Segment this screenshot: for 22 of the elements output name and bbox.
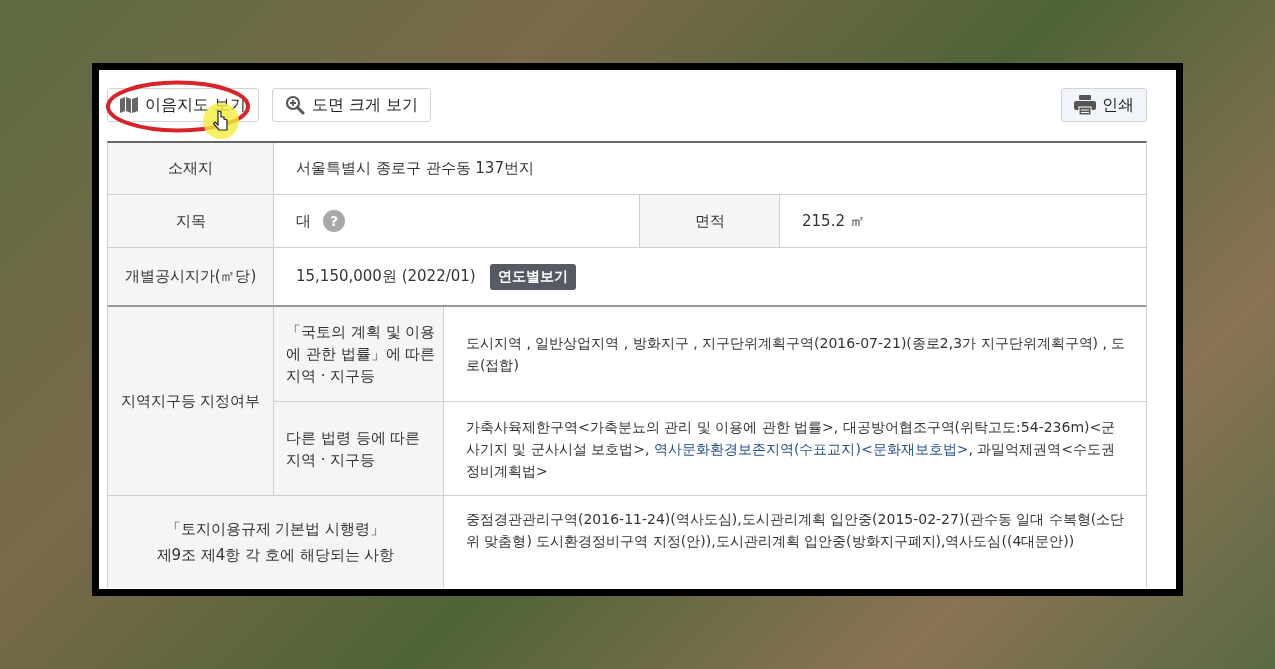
header-cell: 개별공시지가(㎡당) (108, 248, 274, 305)
header-cell-text: 「토지이용규제 기본법 시행령」 제9조 제4항 각 호에 해당되는 사항 (156, 519, 395, 566)
law-link[interactable]: 역사문화환경보존지역(수표교지)<문화재보호법> (654, 440, 969, 457)
header-cell: 소재지 (108, 143, 274, 194)
header-cell: 면적 (640, 195, 780, 247)
print-button[interactable]: 인쇄 (1061, 88, 1147, 122)
map-icon (120, 97, 138, 113)
yearly-view-button[interactable]: 연도별보기 (489, 263, 576, 290)
header-cell-text: 다른 법령 등에 따른 지역 · 지구등 (286, 427, 421, 471)
table-cell-text: 서울특별시 종로구 관수동 137번지 (295, 158, 535, 180)
header-cell: 지목 (108, 195, 274, 247)
table-cell-text: 도시지역 , 일반상업지역 , 방화지구 , 지구단위계획구역(2016-07-21)(종로2,3가 지구단위계획구역) , 도로(접합) (466, 334, 1126, 375)
printer-icon (1074, 95, 1096, 115)
table-cell-text: 215.2 ㎡ (801, 210, 866, 232)
header-cell-text: 「국토의 계획 및 이용 에 관한 법률」에 따른 지역 · 지구등 (286, 322, 436, 387)
table-cell-text: 가축사육제한구역<가축분뇨의 관리 및 이용에 관한 법률>, 대공방어협조구역(위탁고도:54-236m)<군사기지 및 군사시설 보호법>, 역사문화환경보존지역(수표교지)<문화재보호법>, 과밀억제권역<수도권정비계획법> (466, 417, 1117, 481)
table-cell-text: 대 (296, 210, 311, 232)
table-cell-text: 중점경관관리구역(2016-11-24)(역사도심),도시관리계획 입안중(2015-02-27)(관수동 일대 수복형(소단위 맞춤형) 도시환경정비구역 지정(안)),도시관리계획 입안중(방화지구폐지),역사도심((4대문안)) (466, 510, 1126, 551)
header-cell: 지역지구등 지정여부 (108, 307, 274, 495)
enlarge-view-button[interactable]: 도면 크게 보기 (272, 88, 432, 122)
table-cell-text: 15,150,000원 (2022/01) (296, 266, 476, 288)
zoom-in-icon (285, 95, 306, 115)
